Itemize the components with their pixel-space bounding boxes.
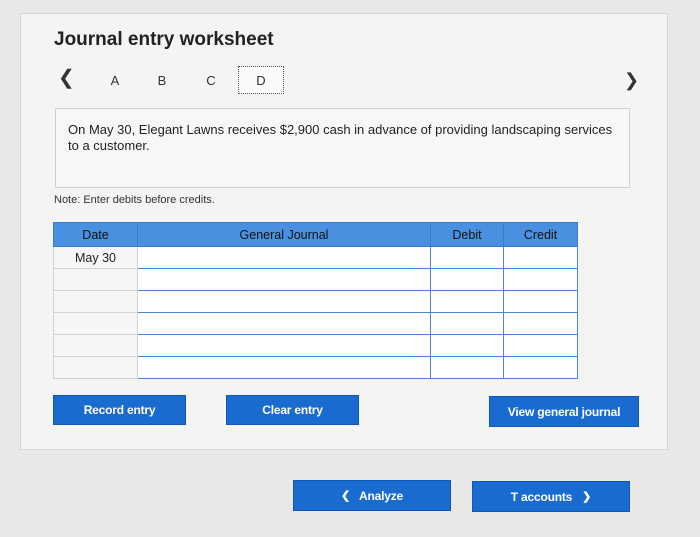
debit-input[interactable] [430,312,504,335]
chevron-right-icon: ❯ [582,491,592,503]
date-header: Date [53,222,138,247]
date-cell [53,268,138,291]
table-row [53,268,578,291]
t-accounts-label: T accounts [510,489,573,504]
date-cell [53,334,138,357]
chevron-right-icon[interactable]: ❯ [624,71,639,89]
date-cell [53,312,138,335]
table-row: May 30 [53,246,578,269]
debit-input[interactable] [430,268,504,291]
analyze-button[interactable]: ❮ Analyze [293,480,451,511]
date-cell [53,290,138,313]
chevron-left-icon: ❮ [341,490,351,502]
date-cell: May 30 [53,246,138,269]
table-row [53,334,578,357]
analyze-label: Analyze [359,488,403,503]
credit-input[interactable] [503,312,578,335]
debit-input[interactable] [430,246,504,269]
table-row [53,290,578,313]
entry-note: Note: Enter debits before credits. [54,194,215,206]
account-input[interactable] [137,356,431,379]
transaction-description: On May 30, Elegant Lawns receives $2,900… [55,108,630,188]
worksheet-title: Journal entry worksheet [54,29,274,50]
debit-input[interactable] [430,290,504,313]
table-row [53,356,578,379]
credit-input[interactable] [503,290,578,313]
account-input[interactable] [137,268,431,291]
account-input[interactable] [137,312,431,335]
clear-entry-button[interactable]: Clear entry [226,395,359,425]
journal-entry-table: Date General Journal Debit Credit May 30 [53,222,578,379]
view-general-journal-button[interactable]: View general journal [489,396,639,427]
credit-header: Credit [503,222,578,247]
tab-b[interactable]: B [139,66,185,94]
tab-d[interactable]: D [238,66,284,94]
tab-c[interactable]: C [188,66,234,94]
credit-input[interactable] [503,334,578,357]
table-row [53,312,578,335]
credit-input[interactable] [503,356,578,379]
account-input[interactable] [137,334,431,357]
debit-input[interactable] [430,334,504,357]
date-cell [53,356,138,379]
credit-input[interactable] [503,268,578,291]
record-entry-button[interactable]: Record entry [53,395,186,425]
general-journal-header: General Journal [137,222,431,247]
account-input[interactable] [137,246,431,269]
chevron-left-icon[interactable]: ❮ [58,68,75,88]
debit-input[interactable] [430,356,504,379]
tab-a[interactable]: A [92,66,138,94]
t-accounts-button[interactable]: T accounts ❯ [472,481,630,512]
account-input[interactable] [137,290,431,313]
credit-input[interactable] [503,246,578,269]
debit-header: Debit [430,222,504,247]
